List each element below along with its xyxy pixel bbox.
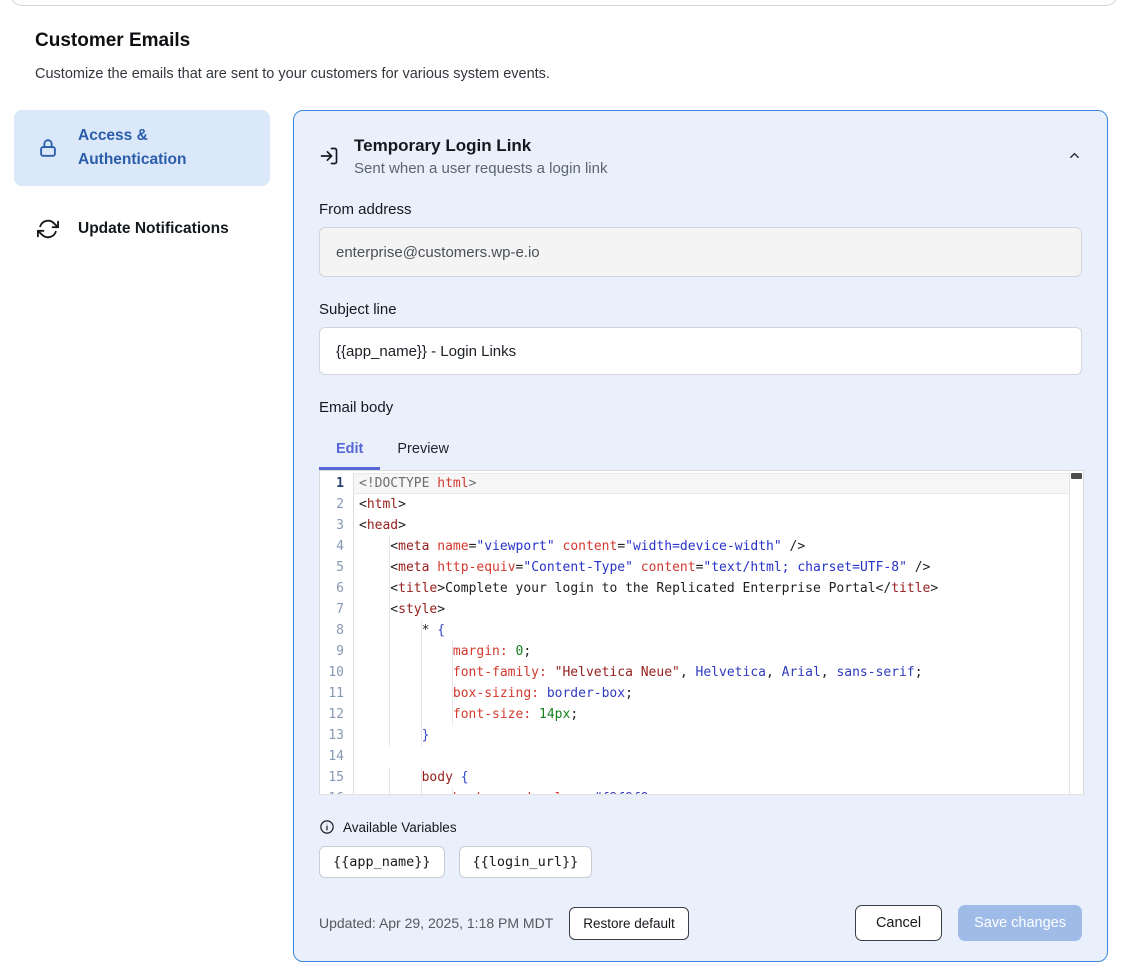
code-line: 13}: [320, 725, 1069, 746]
line-number: 7: [320, 599, 354, 620]
variable-chip-app-name[interactable]: {{app_name}}: [319, 846, 445, 878]
line-number: 16: [320, 788, 354, 795]
line-number: 15: [320, 767, 354, 788]
line-number: 4: [320, 536, 354, 557]
available-variables-header: Available Variables: [319, 819, 1082, 835]
collapse-panel-button[interactable]: [1067, 148, 1082, 163]
code-line: 15body {: [320, 767, 1069, 788]
line-number: 3: [320, 515, 354, 536]
updated-timestamp: Updated: Apr 29, 2025, 1:18 PM MDT: [319, 915, 553, 931]
lock-icon: [37, 137, 59, 159]
code-text: <title>Complete your login to the Replic…: [354, 578, 1069, 599]
code-text: box-sizing: border-box;: [354, 683, 1069, 704]
code-text: [354, 746, 1069, 767]
refresh-icon: [37, 218, 59, 240]
customer-emails-page: Customer Emails Customize the emails tha…: [0, 0, 1128, 980]
previous-card-edge: [10, 0, 1118, 6]
code-text: }: [354, 725, 1069, 746]
code-text: <meta http-equiv="Content-Type" content=…: [354, 557, 1069, 578]
login-icon: [319, 146, 339, 166]
sidebar-item-label: Access & Authentication: [78, 124, 228, 172]
chevron-up-icon: [1067, 148, 1082, 163]
code-text: <html>: [354, 494, 1069, 515]
line-number: 8: [320, 620, 354, 641]
line-number: 6: [320, 578, 354, 599]
tab-preview[interactable]: Preview: [380, 433, 466, 470]
subject-line-label: Subject line: [319, 301, 1082, 318]
save-changes-button[interactable]: Save changes: [958, 905, 1082, 941]
tab-edit[interactable]: Edit: [319, 433, 380, 470]
code-line: 8* {: [320, 620, 1069, 641]
code-text: font-family: "Helvetica Neue", Helvetica…: [354, 662, 1069, 683]
code-line: 4<meta name="viewport" content="width=de…: [320, 536, 1069, 557]
code-line: 3<head>: [320, 515, 1069, 536]
panel-title: Temporary Login Link: [354, 136, 607, 156]
subject-line-input[interactable]: [319, 327, 1082, 375]
line-number: 13: [320, 725, 354, 746]
line-number: 12: [320, 704, 354, 725]
email-types-sidebar: Access & Authentication Update Notificati…: [14, 110, 270, 253]
code-line: 11box-sizing: border-box;: [320, 683, 1069, 704]
panel-header-text: Temporary Login Link Sent when a user re…: [354, 136, 607, 177]
code-line: 6<title>Complete your login to the Repli…: [320, 578, 1069, 599]
code-text: <!DOCTYPE html>: [354, 473, 1069, 494]
sidebar-item-label: Update Notifications: [78, 217, 229, 241]
available-variables-label: Available Variables: [343, 820, 457, 835]
line-number: 10: [320, 662, 354, 683]
line-number: 14: [320, 746, 354, 767]
line-number: 5: [320, 557, 354, 578]
info-icon: [319, 819, 335, 835]
page-subtitle: Customize the emails that are sent to yo…: [35, 66, 550, 82]
temporary-login-link-panel: Temporary Login Link Sent when a user re…: [293, 110, 1108, 962]
panel-subtitle: Sent when a user requests a login link: [354, 160, 607, 177]
sidebar-item-update-notifications[interactable]: Update Notifications: [14, 205, 270, 253]
line-number: 11: [320, 683, 354, 704]
variable-chips: {{app_name}} {{login_url}}: [319, 846, 1082, 878]
variable-chip-login-url[interactable]: {{login_url}}: [459, 846, 593, 878]
code-line: 1<!DOCTYPE html>: [320, 473, 1069, 494]
restore-default-button[interactable]: Restore default: [569, 907, 689, 940]
code-text: body {: [354, 767, 1069, 788]
line-number: 2: [320, 494, 354, 515]
cancel-button[interactable]: Cancel: [855, 905, 942, 941]
code-line: 10font-family: "Helvetica Neue", Helveti…: [320, 662, 1069, 683]
code-text: * {: [354, 620, 1069, 641]
code-text: <head>: [354, 515, 1069, 536]
line-number: 9: [320, 641, 354, 662]
code-text: background-color: #f9f9f9;: [354, 788, 1069, 795]
panel-footer: Updated: Apr 29, 2025, 1:18 PM MDT Resto…: [319, 905, 1082, 941]
code-line: 5<meta http-equiv="Content-Type" content…: [320, 557, 1069, 578]
email-body-tabs: EditPreview: [319, 433, 1082, 470]
sidebar-item-access-authentication[interactable]: Access & Authentication: [14, 110, 270, 186]
editor-scrollbar[interactable]: [1069, 471, 1083, 794]
from-address-label: From address: [319, 201, 1082, 218]
code-line: 16background-color: #f9f9f9;: [320, 788, 1069, 795]
editor-scrollbar-thumb[interactable]: [1071, 473, 1082, 479]
email-body-code-editor[interactable]: 1<!DOCTYPE html>2<html>3<head>4<meta nam…: [319, 470, 1084, 795]
email-body-label: Email body: [319, 399, 1082, 416]
code-line: 14: [320, 746, 1069, 767]
code-text: font-size: 14px;: [354, 704, 1069, 725]
code-line: 12font-size: 14px;: [320, 704, 1069, 725]
code-line: 7<style>: [320, 599, 1069, 620]
code-text: <meta name="viewport" content="width=dev…: [354, 536, 1069, 557]
code-lines: 1<!DOCTYPE html>2<html>3<head>4<meta nam…: [320, 473, 1069, 795]
code-text: <style>: [354, 599, 1069, 620]
footer-actions: Cancel Save changes: [855, 905, 1082, 941]
from-address-input: [319, 227, 1082, 277]
panel-header: Temporary Login Link Sent when a user re…: [319, 136, 1082, 177]
code-line: 2<html>: [320, 494, 1069, 515]
page-title: Customer Emails: [35, 30, 190, 52]
code-line: 9margin: 0;: [320, 641, 1069, 662]
line-number: 1: [320, 473, 354, 494]
code-text: margin: 0;: [354, 641, 1069, 662]
